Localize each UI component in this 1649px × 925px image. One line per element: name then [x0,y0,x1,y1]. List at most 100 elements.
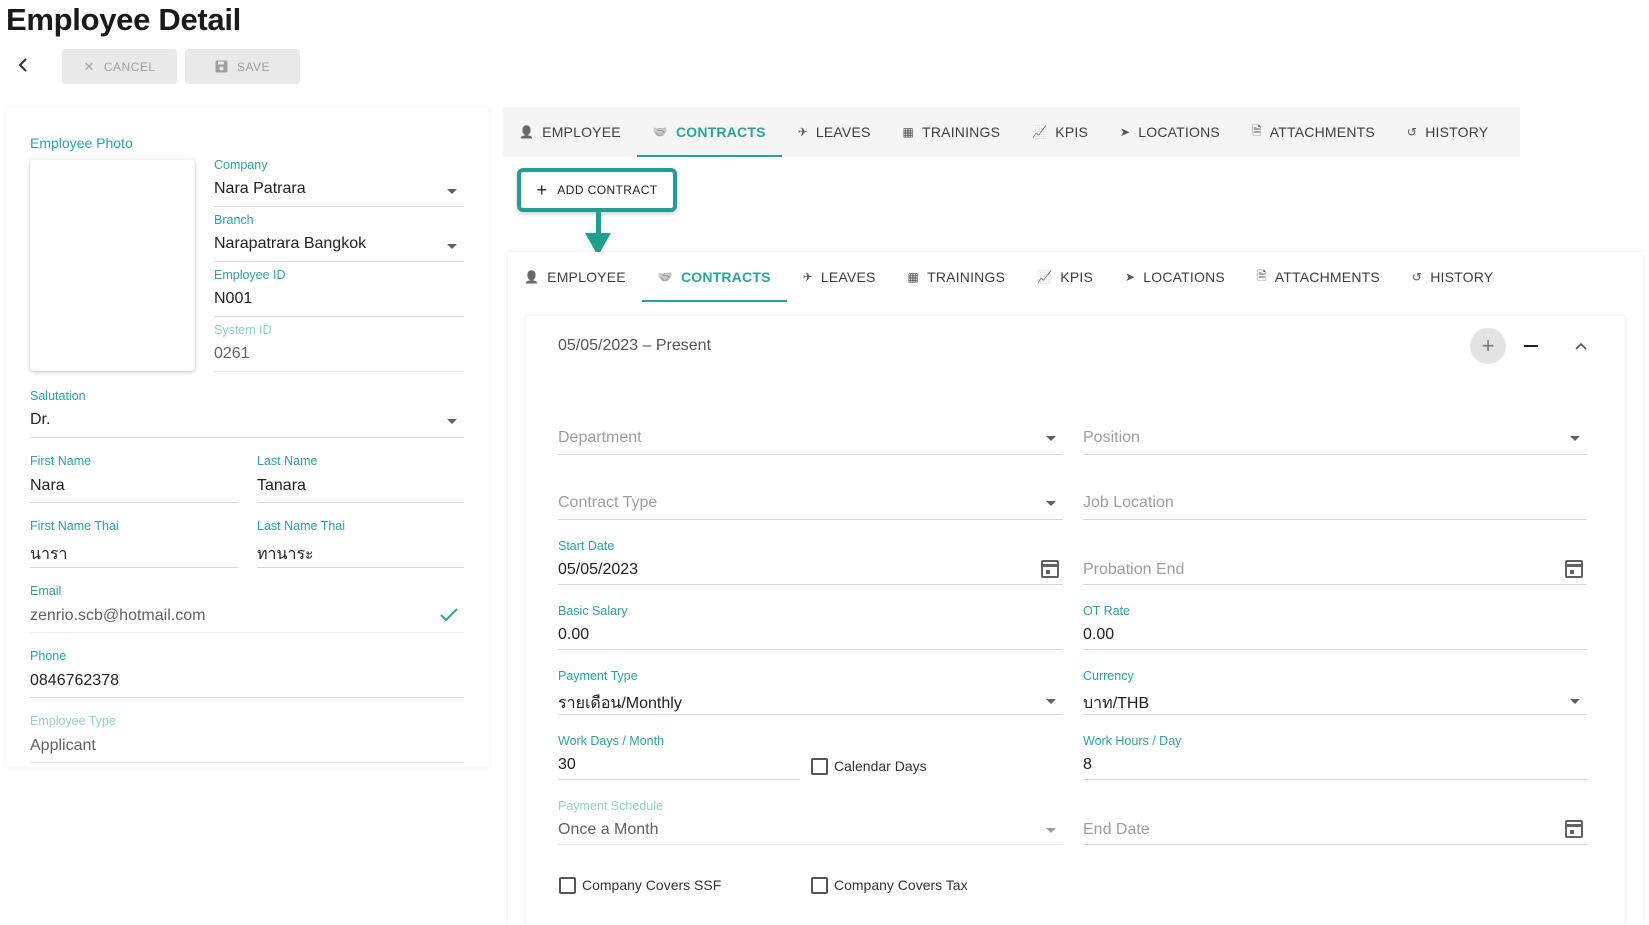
save-button[interactable]: SAVE [185,49,300,84]
company-covers-tax-label: Company Covers Tax [834,877,968,893]
last-name-thai-label: Last Name Thai [257,519,346,533]
tab-label: ATTACHMENTS [1269,124,1375,140]
chevron-down-icon[interactable] [1046,501,1056,506]
tab-label: CONTRACTS [675,124,766,140]
end-date-underline [1083,844,1587,845]
first-name-field[interactable]: Nara [30,477,65,495]
company-select[interactable]: Nara Patrara [214,180,306,198]
tab-employee[interactable]: 👤 EMPLOYEE [503,107,637,157]
history-icon: ↺ [1411,270,1423,284]
department-select[interactable]: Department [558,429,642,447]
phone-field[interactable]: 0846762378 [30,672,119,690]
first-name-thai-field[interactable]: นารา [30,542,68,567]
tab-label: KPIS [1060,269,1093,285]
tab-attachments[interactable]: 🗎 ATTACHMENTS [1236,107,1391,157]
calendar-icon[interactable] [1041,560,1059,578]
tab-history[interactable]: ↺ HISTORY [1391,107,1504,157]
work-hours-underline [1083,779,1587,780]
remove-icon[interactable] [1524,345,1538,347]
position-underline [1083,454,1587,455]
start-date-label: Start Date [558,539,615,553]
chevron-down-icon[interactable] [1046,828,1056,833]
contract-card [526,316,1625,925]
currency-select[interactable]: บาท/THB [1083,691,1149,716]
last-name-thai-field[interactable]: ทานาระ [257,542,314,567]
tab-kpis[interactable]: 📈 KPIS [1021,252,1109,302]
chevron-down-icon[interactable] [1570,699,1580,704]
start-date-field[interactable]: 05/05/2023 [558,561,638,579]
person-icon: 👤 [524,270,540,284]
probation-end-field[interactable]: Probation End [1083,561,1184,579]
add-icon-button[interactable]: + [1470,328,1506,364]
cancel-label: CANCEL [103,59,156,74]
employee-photo[interactable] [30,160,195,371]
tab-attachments[interactable]: 🗎 ATTACHMENTS [1241,252,1396,302]
handshake-icon: 🤝 [657,270,673,284]
work-days-field[interactable]: 30 [558,756,576,774]
employee-id-field[interactable]: N001 [214,290,252,308]
employee-id-label: Employee ID [214,268,286,282]
tab-employee[interactable]: 👤 EMPLOYEE [508,252,642,302]
chevron-down-icon[interactable] [447,419,457,424]
tab-leaves[interactable]: ✈ LEAVES [782,107,887,157]
last-name-field[interactable]: Tanara [257,477,306,495]
calendar-days-checkbox[interactable] [811,758,828,775]
basic-salary-field[interactable]: 0.00 [558,626,589,644]
payment-schedule-select[interactable]: Once a Month [558,821,659,839]
company-covers-tax-checkbox[interactable] [811,877,828,894]
tab-kpis[interactable]: 📈 KPIS [1016,107,1104,157]
work-days-label: Work Days / Month [558,734,665,748]
contract-type-select[interactable]: Contract Type [558,494,657,512]
tab-trainings[interactable]: ▦ TRAININGS [892,252,1022,302]
line-chart-icon: 📈 [1032,125,1048,139]
work-hours-label: Work Hours / Day [1083,734,1182,748]
tab-trainings[interactable]: ▦ TRAININGS [887,107,1017,157]
chevron-down-icon[interactable] [1046,699,1056,704]
chevron-down-icon[interactable] [1570,436,1580,441]
plane-icon: ✈ [802,270,813,284]
tab-label: CONTRACTS [680,269,771,285]
tab-label: LOCATIONS [1143,269,1225,285]
job-location-field[interactable]: Job Location [1083,494,1174,512]
email-field[interactable]: zenrio.scb@hotmail.com [30,607,205,625]
tab-contracts[interactable]: 🤝 CONTRACTS [636,107,782,157]
tab-label: LEAVES [820,269,876,285]
file-icon: 🗎 [1251,123,1262,138]
phone-label: Phone [30,649,67,663]
payment-schedule-underline [558,844,1063,845]
end-date-field[interactable]: End Date [1083,821,1150,839]
tab-contracts[interactable]: 🤝 CONTRACTS [641,252,787,302]
tab-history[interactable]: ↺ HISTORY [1396,252,1509,302]
chevron-up-icon[interactable] [1575,342,1587,350]
ot-rate-field[interactable]: 0.00 [1083,626,1114,644]
position-select[interactable]: Position [1083,429,1140,447]
tab-bar-secondary: 👤 EMPLOYEE 🤝 CONTRACTS ✈ LEAVES ▦ TRAININGS 📈 KPI… [508,252,1643,302]
tab-leaves[interactable]: ✈ LEAVES [787,252,892,302]
currency-label: Currency [1083,669,1134,683]
company-covers-ssf-checkbox[interactable] [559,877,576,894]
payment-type-select[interactable]: รายเดือน/Monthly [558,691,682,716]
first-name-label: First Name [30,454,92,468]
history-icon: ↺ [1406,125,1418,139]
chevron-left-icon [18,58,27,72]
currency-underline [1083,714,1587,715]
check-icon [440,608,458,622]
phone-underline [30,697,464,698]
chevron-down-icon[interactable] [447,189,457,194]
first-name-thai-underline [30,567,238,568]
add-contract-button[interactable]: + ADD CONTRACT [517,168,677,212]
floppy-disk-icon [215,60,228,73]
salutation-select[interactable]: Dr. [30,411,50,429]
calendar-icon: ▦ [902,125,915,139]
tab-locations[interactable]: ➤ LOCATIONS [1109,252,1241,302]
back-button[interactable] [12,54,34,76]
tab-locations[interactable]: ➤ LOCATIONS [1104,107,1236,157]
calendar-icon[interactable] [1565,820,1583,838]
calendar-icon[interactable] [1565,560,1583,578]
chevron-down-icon[interactable] [447,244,457,249]
salutation-underline [30,437,464,438]
work-hours-field[interactable]: 8 [1083,756,1092,774]
branch-select[interactable]: Narapatrara Bangkok [214,235,366,253]
chevron-down-icon[interactable] [1046,436,1056,441]
cancel-button[interactable]: ✕ CANCEL [62,49,177,84]
